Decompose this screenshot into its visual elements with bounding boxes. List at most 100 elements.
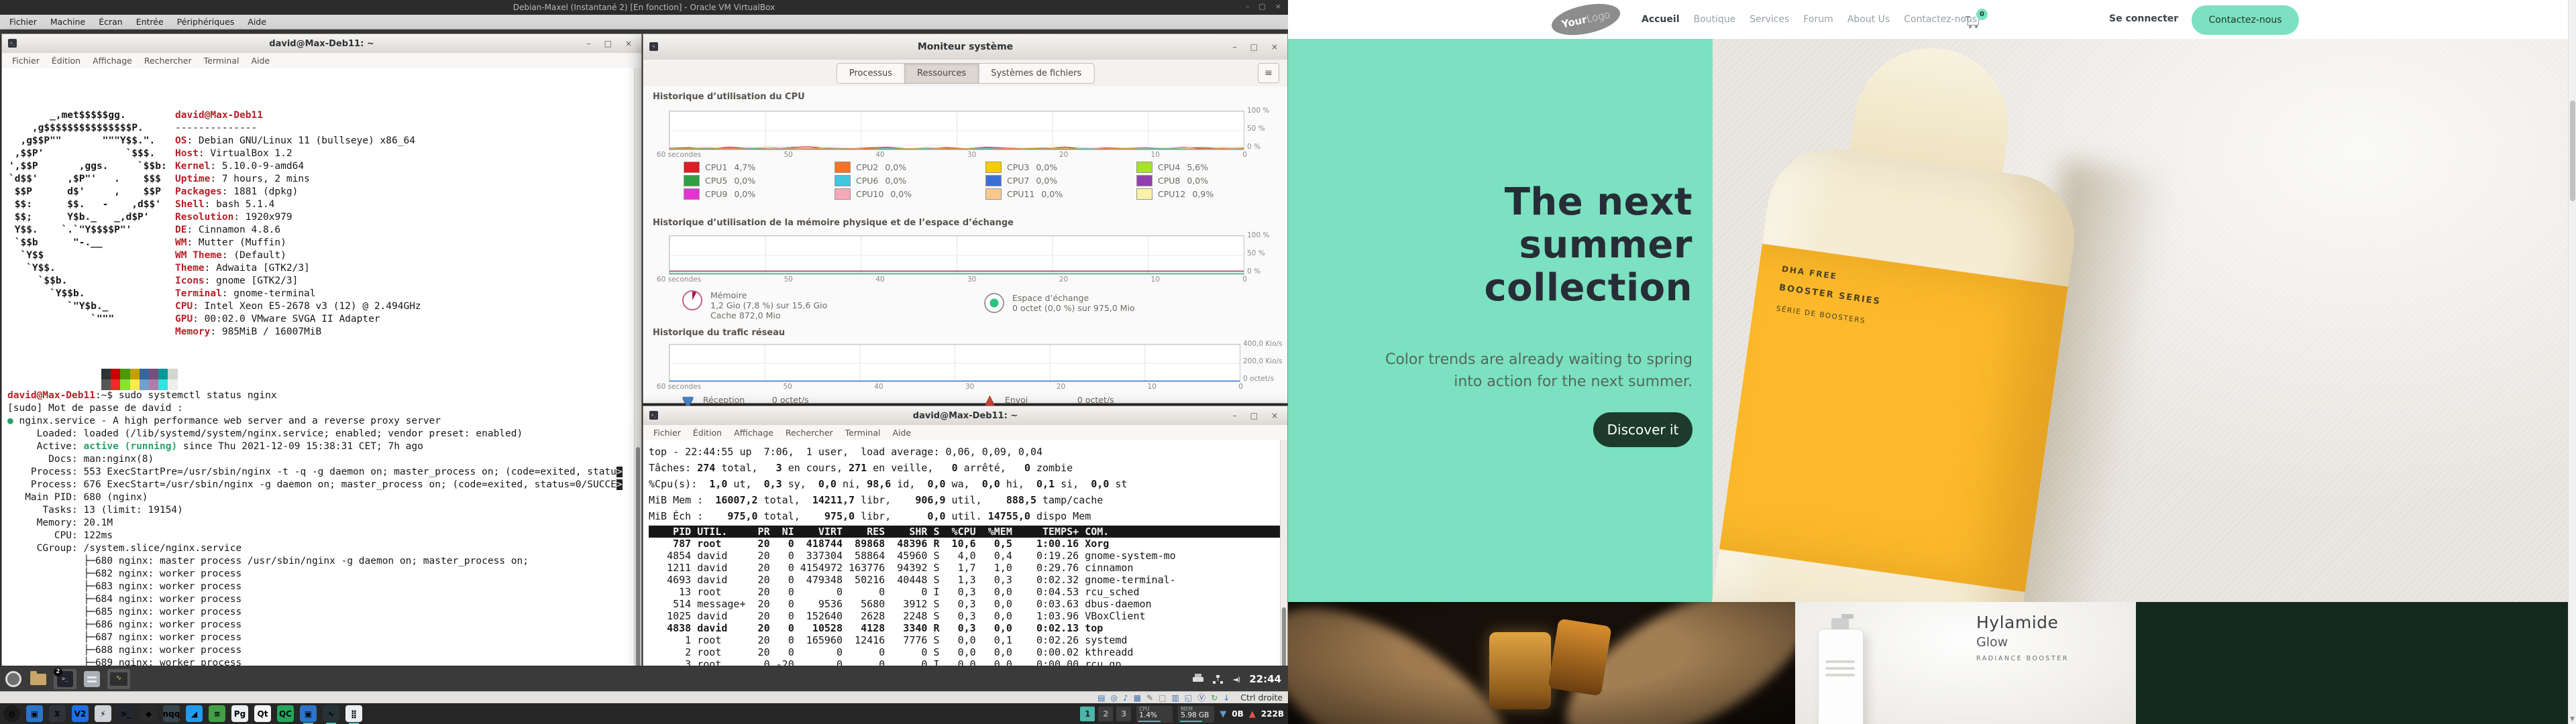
terminal2-scrollbar[interactable]: [1280, 440, 1287, 679]
terminal2-titlebar[interactable]: >_ david@Max-Deb11: ~ – □ ×: [643, 406, 1287, 426]
windows-icon[interactable]: ◱: [1185, 693, 1192, 703]
host-menu-icon[interactable]: ◍: [3, 705, 20, 722]
close-icon[interactable]: ×: [1275, 2, 1281, 11]
vm-window-icon[interactable]: ▣: [26, 705, 43, 722]
page-scrollbar[interactable]: ▼: [2568, 0, 2576, 724]
v2ray-icon[interactable]: V2: [72, 705, 89, 722]
stack-app-icon[interactable]: ≡: [209, 705, 225, 722]
site-logo[interactable]: YourLogo: [1549, 0, 1623, 40]
restore-icon[interactable]: ▢: [1258, 2, 1265, 11]
scroll-down-arrow[interactable]: ▼: [2570, 716, 2575, 723]
minimize-icon[interactable]: –: [1246, 2, 1250, 11]
tab[interactable]: Ressources: [905, 64, 979, 83]
hamburger-menu-icon[interactable]: ≡: [1258, 63, 1279, 83]
menu-item[interactable]: Machine: [45, 15, 91, 28]
menu-item[interactable]: Entrée: [131, 15, 169, 28]
usb-icon[interactable]: ✎: [1146, 693, 1153, 703]
menu-item[interactable]: Rechercher: [140, 55, 197, 66]
close-icon[interactable]: ×: [625, 40, 632, 48]
vm-system-monitor-launcher[interactable]: ∿: [107, 669, 130, 689]
postgresql-icon[interactable]: Pg: [231, 705, 248, 722]
tab[interactable]: Systèmes de fichiers: [979, 64, 1093, 83]
network-icon[interactable]: [1213, 675, 1223, 684]
menu-item[interactable]: Périphériques: [172, 15, 240, 28]
nav-link[interactable]: Boutique: [1694, 14, 1736, 25]
menu-item[interactable]: Affichage: [88, 55, 137, 66]
vscode-icon[interactable]: ◢: [186, 705, 203, 722]
contact-button[interactable]: Contactez-nous: [2192, 5, 2299, 35]
minimize-icon[interactable]: –: [1233, 412, 1237, 420]
terminal-window-2[interactable]: >_ david@Max-Deb11: ~ – □ × FichierÉditi…: [643, 406, 1288, 680]
menu-item[interactable]: Aide: [888, 427, 916, 438]
scrollbar-thumb[interactable]: [2570, 101, 2575, 201]
scrollbar-thumb[interactable]: [1282, 607, 1286, 670]
vbox-feature-icon[interactable]: Ⓥ: [1197, 693, 1205, 703]
tool-icon[interactable]: ⚡: [95, 705, 111, 722]
mem-widget[interactable]: MEM 5.98 GB: [1178, 706, 1214, 723]
discover-button[interactable]: Discover it: [1593, 412, 1693, 447]
menu-item[interactable]: Affichage: [729, 427, 778, 438]
vm-terminal-launcher[interactable]: >_2: [54, 669, 76, 689]
screenshot-app-icon[interactable]: ⣿: [345, 705, 362, 722]
minimize-icon[interactable]: –: [587, 40, 591, 48]
workspace-button[interactable]: 2: [1098, 707, 1113, 721]
terminal-window-1[interactable]: >_ david@Max-Deb11: ~ – □ × FichierÉditi…: [1, 34, 642, 680]
qc-app-icon[interactable]: QC: [277, 705, 294, 722]
close-icon[interactable]: ×: [1271, 412, 1278, 420]
session-state-icon[interactable]: ↻: [1211, 693, 1218, 703]
menu-item[interactable]: Fichier: [649, 427, 686, 438]
nav-link[interactable]: Accueil: [1642, 14, 1680, 25]
menu-item[interactable]: Écran: [93, 15, 128, 28]
system-monitor-window[interactable]: ∿ Moniteur système – □ × ProcessusRessou…: [643, 34, 1288, 404]
display-icon[interactable]: ▥: [1171, 693, 1179, 703]
nav-link[interactable]: About Us: [1847, 14, 1890, 25]
vm-files-launcher[interactable]: [28, 669, 48, 689]
download-icon[interactable]: ↓: [1223, 693, 1230, 703]
qtcreator-icon[interactable]: Qt: [254, 705, 271, 722]
menu-item[interactable]: Fichier: [4, 15, 42, 28]
terminal1-scrollbar[interactable]: [634, 68, 641, 679]
audio-icon[interactable]: ♪: [1123, 693, 1128, 703]
tab[interactable]: Processus: [837, 64, 905, 83]
login-link[interactable]: Se connecter: [2109, 13, 2178, 24]
virtualbox-titlebar[interactable]: Debian-Maxel (Instantané 2) [En fonction…: [0, 0, 1288, 15]
scrollbar-thumb[interactable]: [636, 447, 640, 667]
minimize-icon[interactable]: –: [1233, 43, 1237, 51]
cart-button[interactable]: 0: [1968, 14, 1985, 29]
cpu-widget[interactable]: CPU 1.4%: [1136, 706, 1173, 723]
system-monitor-running-icon[interactable]: ∿: [323, 705, 339, 722]
terminal-app-icon[interactable]: >_: [117, 705, 134, 722]
maximize-icon[interactable]: □: [604, 40, 612, 48]
nav-link[interactable]: Forum: [1803, 14, 1833, 25]
vm-clock[interactable]: 22:44: [1249, 673, 1281, 685]
vm-menu-button[interactable]: [3, 669, 23, 689]
printer-icon[interactable]: [1193, 677, 1203, 682]
menu-item[interactable]: Aide: [242, 15, 272, 28]
volume-icon[interactable]: ◄): [1232, 675, 1240, 684]
menu-item[interactable]: Édition: [688, 427, 727, 438]
product-card[interactable]: Hylamide Glow RADIANCE BOOSTER: [1795, 602, 2136, 724]
notepadqq-icon[interactable]: nqq: [163, 705, 180, 722]
menu-item[interactable]: Rechercher: [781, 427, 838, 438]
menu-item[interactable]: Édition: [47, 55, 85, 66]
harddisk-icon[interactable]: ▤: [1097, 693, 1105, 703]
workspace-button[interactable]: 1: [1080, 707, 1095, 721]
maximize-icon[interactable]: □: [1250, 43, 1258, 51]
close-icon[interactable]: ×: [1271, 43, 1278, 51]
workspace-button[interactable]: 3: [1116, 707, 1131, 721]
terminal1-titlebar[interactable]: >_ david@Max-Deb11: ~ – □ ×: [2, 34, 641, 54]
menu-item[interactable]: Fichier: [7, 55, 44, 66]
menu-item[interactable]: Aide: [246, 55, 274, 66]
shared-folders-icon[interactable]: □: [1159, 693, 1166, 703]
virtualbox-running-icon[interactable]: ▣: [300, 705, 317, 722]
hourglass-app-icon[interactable]: ⧖: [49, 705, 66, 722]
maximize-icon[interactable]: □: [1250, 412, 1258, 420]
optical-disc-icon[interactable]: ◎: [1111, 693, 1118, 703]
nav-link[interactable]: Services: [1750, 14, 1789, 25]
menu-item[interactable]: Terminal: [841, 427, 885, 438]
vm-file-manager-launcher[interactable]: [82, 669, 102, 689]
network-icon[interactable]: ▦: [1134, 693, 1141, 703]
menu-item[interactable]: Terminal: [199, 55, 244, 66]
green-cube-app-icon[interactable]: ◆: [140, 705, 157, 722]
system-monitor-titlebar[interactable]: ∿ Moniteur système – □ ×: [643, 34, 1287, 60]
